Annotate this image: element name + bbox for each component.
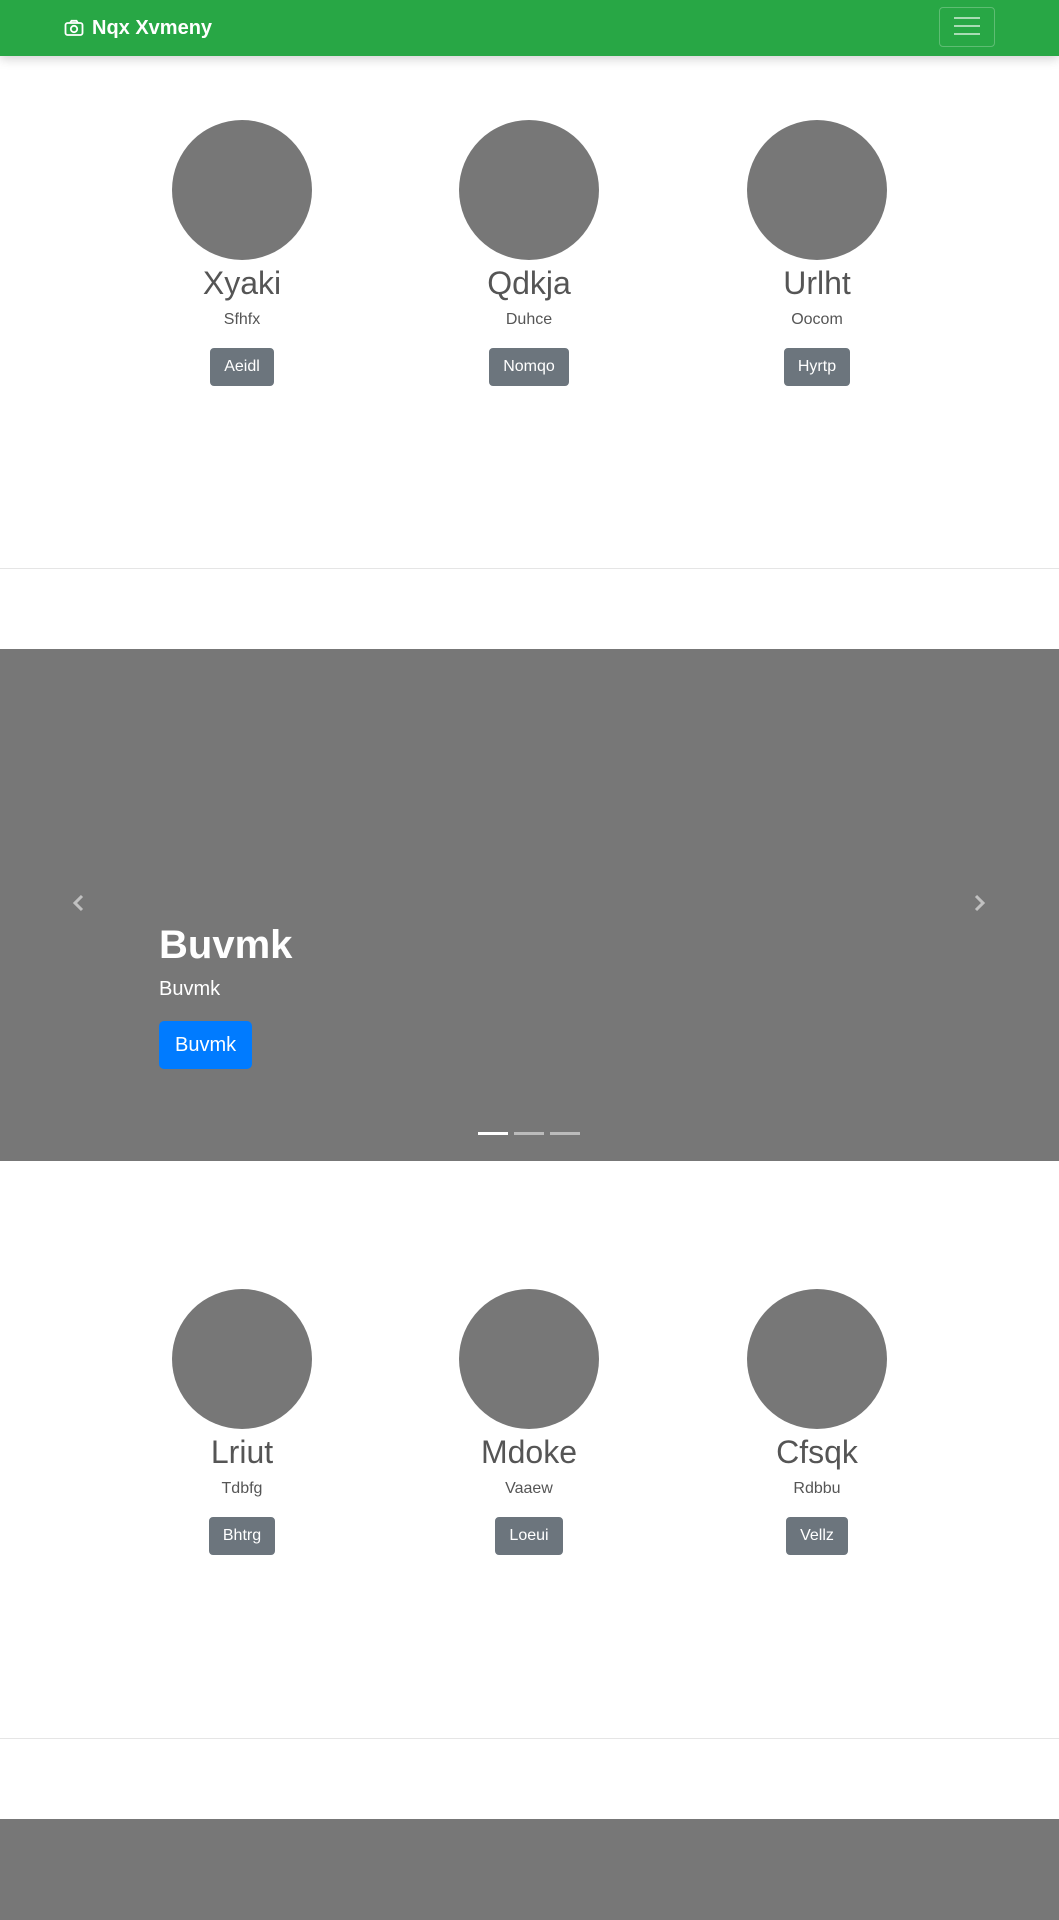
member-button[interactable]: Bhtrg: [208, 1517, 276, 1555]
member-button[interactable]: Aeidl: [210, 348, 274, 386]
carousel-title: Buvmk: [159, 923, 293, 967]
hamburger-menu-icon: [952, 15, 982, 40]
member-role: Vaaew: [505, 1480, 553, 1497]
team-member-card: Lriut Tdbfg Bhtrg: [122, 1289, 362, 1555]
carousel-text: Buvmk: [159, 978, 221, 1000]
carousel-indicator-1[interactable]: [478, 1132, 508, 1135]
avatar: [172, 120, 312, 260]
carousel-prev-button[interactable]: [61, 887, 97, 923]
member-name: Urlht: [783, 265, 851, 301]
team-member-card: Qdkja Duhce Nomqo: [409, 120, 649, 386]
member-button[interactable]: Vellz: [786, 1517, 848, 1555]
hero-carousel: Buvmk Buvmk Buvmk: [0, 649, 1059, 1161]
carousel-next-button[interactable]: [961, 887, 997, 923]
carousel-caption: Buvmk Buvmk Buvmk: [159, 921, 292, 1069]
avatar: [747, 1289, 887, 1429]
member-button[interactable]: Nomqo: [489, 348, 569, 386]
navbar-toggler-button[interactable]: [939, 7, 995, 47]
member-button[interactable]: Loeui: [495, 1517, 563, 1555]
member-name: Mdoke: [480, 1434, 578, 1470]
team-member-card: Mdoke Vaaew Loeui: [409, 1289, 649, 1555]
chevron-left-icon: [69, 893, 89, 918]
member-role: Oocom: [791, 311, 843, 328]
member-button[interactable]: Hyrtp: [783, 348, 851, 386]
carousel-indicators: [478, 1132, 580, 1135]
carousel-cta-button[interactable]: Buvmk: [159, 1021, 253, 1069]
team-member-card: Xyaki Sfhfx Aeidl: [122, 120, 362, 386]
member-role: Tdbfg: [221, 1480, 263, 1497]
avatar: [459, 1289, 599, 1429]
camera-icon: [64, 18, 84, 38]
navbar-brand-text: Nqx Xvmeny: [92, 16, 213, 39]
member-name: Lriut: [210, 1434, 274, 1470]
member-name: Cfsqk: [776, 1434, 858, 1470]
member-name: Xyaki: [202, 265, 282, 301]
member-name: Qdkja: [487, 265, 571, 301]
navbar-brand[interactable]: Nqx Xvmeny: [64, 14, 212, 42]
section-divider: [0, 1738, 1059, 1739]
avatar: [172, 1289, 312, 1429]
avatar: [747, 120, 887, 260]
team-member-card: Cfsqk Rdbbu Vellz: [697, 1289, 937, 1555]
avatar: [459, 120, 599, 260]
member-role: Rdbbu: [793, 1480, 841, 1497]
chevron-right-icon: [969, 893, 989, 918]
carousel-indicator-2[interactable]: [514, 1132, 544, 1135]
member-role: Sfhfx: [223, 311, 261, 328]
member-role: Duhce: [505, 311, 553, 328]
next-carousel-placeholder: [0, 1819, 1059, 1920]
carousel-indicator-3[interactable]: [550, 1132, 580, 1135]
section-divider: [0, 568, 1059, 569]
navbar: Nqx Xvmeny: [0, 0, 1059, 56]
team-member-card: Urlht Oocom Hyrtp: [697, 120, 937, 386]
